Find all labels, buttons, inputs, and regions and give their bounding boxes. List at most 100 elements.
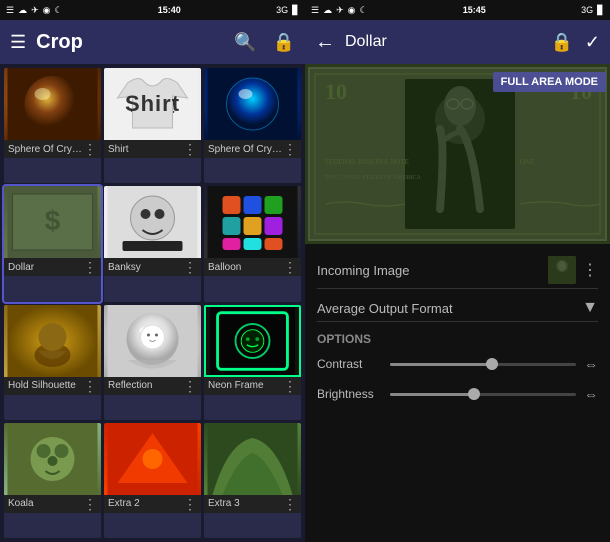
thumb-neon (204, 305, 301, 377)
thumb-extra3 (204, 423, 301, 495)
left-status-right: 3G ▊ (276, 5, 299, 16)
item-label-dollar: Dollar ⋮ (4, 258, 101, 276)
right-status-right: 3G ▊ (581, 5, 604, 16)
item-label-koala: Koala ⋮ (4, 495, 101, 513)
grid-item-balloon[interactable]: Balloon ⋮ (204, 186, 301, 301)
thumb-hold (4, 305, 101, 377)
item-label-extra3: Extra 3 ⋮ (204, 495, 301, 513)
grid-item-sphere-crystal[interactable]: Sphere Of Crystal ⋮ (4, 68, 101, 183)
item-label-sphere-crystal: Sphere Of Crystal ⋮ (4, 140, 101, 158)
thumb-reflection (104, 305, 201, 377)
grid-item-shirt[interactable]: Shirt Shirt ⋮ (104, 68, 201, 183)
item-menu-koala[interactable]: ⋮ (83, 497, 97, 511)
lock-icon[interactable]: 🔒 (273, 32, 295, 53)
right-status-icons: ☰ ☁ ✈ ◉ ☾ (311, 5, 368, 16)
svg-text:$: $ (45, 205, 61, 236)
hamburger-icon[interactable]: ☰ (10, 32, 26, 53)
left-panel: ☰ ☁ ✈ ◉ ☾ 15:40 3G ▊ ☰ Crop 🔍 🔒 (0, 0, 305, 542)
right-status-bar: ☰ ☁ ✈ ◉ ☾ 15:45 3G ▊ (305, 0, 610, 20)
right-lock-icon[interactable]: 🔒 (550, 32, 572, 53)
svg-text:10: 10 (325, 79, 347, 104)
full-area-badge[interactable]: FULL AREA MODE (493, 72, 606, 92)
item-menu-balloon[interactable]: ⋮ (283, 260, 297, 274)
right-toolbar-icons: 🔒 ✓ (550, 32, 600, 53)
search-icon[interactable]: 🔍 (234, 32, 256, 53)
app-title: Crop (36, 31, 224, 54)
back-button[interactable]: ← (315, 31, 335, 54)
brightness-row: Brightness ⇔ (317, 382, 598, 406)
thumb-banksy (104, 186, 201, 258)
svg-text:Shirt: Shirt (130, 96, 177, 118)
thumb-koala (4, 423, 101, 495)
toolbar-icons: 🔍 🔒 (234, 32, 295, 53)
contrast-label: Contrast (317, 357, 382, 371)
main-image: 10 10 FEDERAL RESERVE NOTE THE UNITED ST… (305, 64, 610, 244)
svg-text:THE UNITED STATES OF AMERICA: THE UNITED STATES OF AMERICA (325, 175, 422, 181)
svg-text:FEDERAL RESERVE NOTE: FEDERAL RESERVE NOTE (325, 158, 409, 166)
thumb-extra2 (104, 423, 201, 495)
grid-item-dollar[interactable]: $ Dollar ⋮ (4, 186, 101, 301)
format-dropdown-icon[interactable]: ▼ (582, 299, 598, 317)
left-toolbar: ☰ Crop 🔍 🔒 (0, 20, 305, 64)
contrast-arrows: ⇔ (584, 356, 598, 372)
item-menu-neon[interactable]: ⋮ (283, 379, 297, 393)
item-label-neon: Neon Frame ⋮ (204, 377, 301, 395)
item-label-reflection: Reflection ⋮ (104, 377, 201, 395)
image-grid: Sphere Of Crystal ⋮ Shirt Shirt ⋮ (0, 64, 305, 542)
brightness-thumb[interactable] (468, 388, 480, 400)
format-row: Average Output Format ▼ (317, 295, 598, 322)
item-menu-sphere3[interactable]: ⋮ (283, 142, 297, 156)
grid-item-extra2[interactable]: Extra 2 ⋮ (104, 423, 201, 538)
grid-item-neon[interactable]: Neon Frame ⋮ (204, 305, 301, 420)
item-menu-extra3[interactable]: ⋮ (283, 497, 297, 511)
item-label-balloon: Balloon ⋮ (204, 258, 301, 276)
thumb-balloon (204, 186, 301, 258)
options-header: OPTIONS (317, 332, 598, 346)
brightness-fill (390, 393, 474, 396)
grid-item-hold[interactable]: Hold Silhouette ⋮ (4, 305, 101, 420)
left-status-icons: ☰ ☁ ✈ ◉ ☾ (6, 5, 63, 16)
contrast-thumb[interactable] (486, 358, 498, 370)
grid-item-sphere3[interactable]: Sphere Of Crystal 3 ⋮ (204, 68, 301, 183)
item-label-extra2: Extra 2 ⋮ (104, 495, 201, 513)
incoming-menu-icon[interactable]: ⋮ (582, 260, 598, 280)
item-label-shirt: Shirt ⋮ (104, 140, 201, 158)
contrast-slider[interactable] (390, 363, 576, 366)
thumb-sphere3 (204, 68, 301, 140)
item-menu-dollar[interactable]: ⋮ (83, 260, 97, 274)
item-menu-shirt[interactable]: ⋮ (183, 142, 197, 156)
incoming-image-label: Incoming Image (317, 263, 410, 278)
thumb-dollar: $ (4, 186, 101, 258)
item-menu-banksy[interactable]: ⋮ (183, 260, 197, 274)
right-content: Incoming Image ⋮ Average Output Format ▼… (305, 244, 610, 542)
contrast-row: Contrast ⇔ (317, 352, 598, 376)
left-clock: 15:40 (158, 5, 181, 15)
svg-text:ONE: ONE (520, 158, 534, 166)
format-label: Average Output Format (317, 301, 453, 316)
grid-item-koala[interactable]: Koala ⋮ (4, 423, 101, 538)
brightness-slider[interactable] (390, 393, 576, 396)
item-menu-hold[interactable]: ⋮ (83, 379, 97, 393)
brightness-label: Brightness (317, 387, 382, 401)
thumb-shirt: Shirt (104, 68, 201, 140)
item-menu-extra2[interactable]: ⋮ (183, 497, 197, 511)
grid-item-extra3[interactable]: Extra 3 ⋮ (204, 423, 301, 538)
right-toolbar: ← Dollar 🔒 ✓ (305, 20, 610, 64)
right-title: Dollar (345, 33, 540, 51)
incoming-thumbnail (548, 256, 576, 284)
brightness-arrows: ⇔ (584, 386, 598, 402)
item-menu-reflection[interactable]: ⋮ (183, 379, 197, 393)
contrast-fill (390, 363, 492, 366)
item-label-hold: Hold Silhouette ⋮ (4, 377, 101, 395)
thumb-sphere-crystal (4, 68, 101, 140)
incoming-image-right: ⋮ (548, 256, 598, 284)
item-menu-sphere-crystal[interactable]: ⋮ (83, 142, 97, 156)
right-check-icon[interactable]: ✓ (585, 32, 600, 53)
item-label-sphere3: Sphere Of Crystal 3 ⋮ (204, 140, 301, 158)
grid-item-reflection[interactable]: Reflection ⋮ (104, 305, 201, 420)
incoming-image-row: Incoming Image ⋮ (317, 252, 598, 289)
grid-item-banksy[interactable]: Banksy ⋮ (104, 186, 201, 301)
right-panel: ☰ ☁ ✈ ◉ ☾ 15:45 3G ▊ ← Dollar 🔒 ✓ 10 (305, 0, 610, 542)
item-label-banksy: Banksy ⋮ (104, 258, 201, 276)
right-clock: 15:45 (463, 5, 486, 15)
